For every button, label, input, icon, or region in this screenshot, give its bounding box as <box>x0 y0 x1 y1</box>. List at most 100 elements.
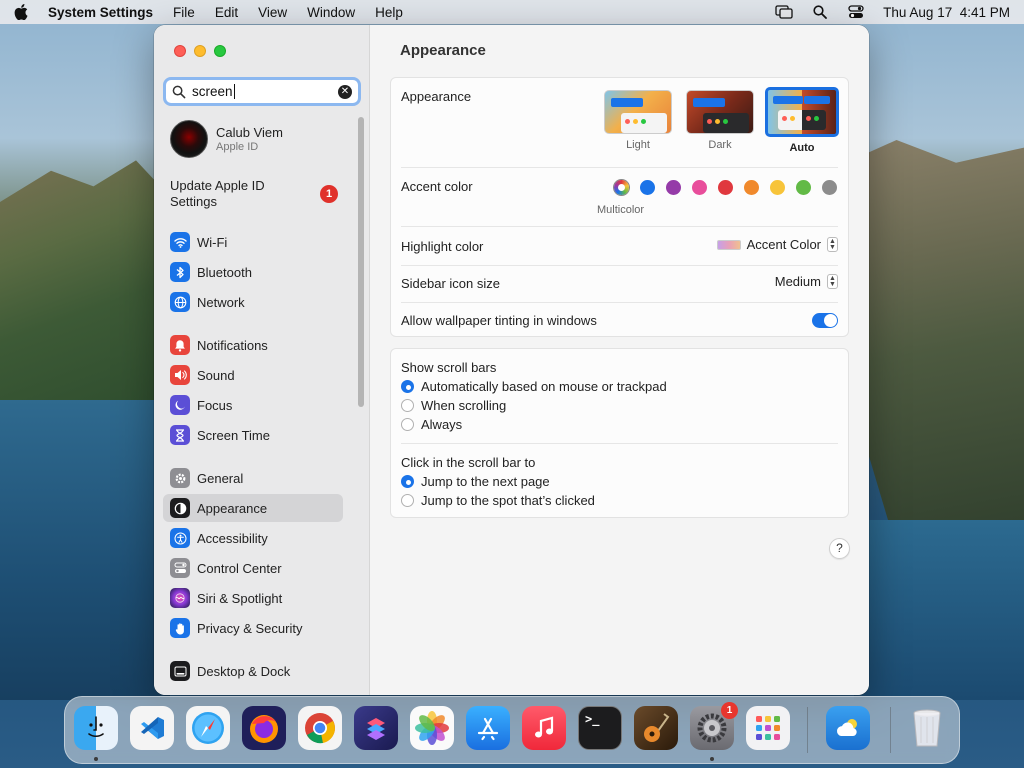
sidebar-item-appearance[interactable]: Appearance <box>163 494 343 522</box>
dock-music-icon[interactable] <box>522 706 566 750</box>
radio-button[interactable] <box>401 418 414 431</box>
dock-firefox-icon[interactable] <box>242 706 286 750</box>
scroll-bars-option-always[interactable]: Always <box>401 417 462 432</box>
update-badge: 1 <box>320 185 338 203</box>
dock-launchpad-icon[interactable] <box>746 706 790 750</box>
scroll-bar-settings-group: Show scroll bars Automatically based on … <box>390 348 849 518</box>
accent-green-swatch[interactable] <box>796 180 811 195</box>
dock-weather-icon[interactable] <box>826 706 870 750</box>
dock-vscode-icon[interactable] <box>130 706 174 750</box>
sidebar-item-accessibility[interactable]: Accessibility <box>163 524 343 552</box>
clear-search-icon[interactable]: ✕ <box>338 84 352 99</box>
sidebar-item-notifications[interactable]: Notifications <box>163 331 343 359</box>
apple-menu-icon[interactable] <box>14 4 30 20</box>
menu-clock[interactable]: Thu Aug 17 4:41 PM <box>883 5 1010 20</box>
dark-theme-preview <box>686 90 754 134</box>
accent-multicolor-swatch[interactable] <box>614 180 629 195</box>
dock-app-store-icon[interactable] <box>466 706 510 750</box>
profile-subtitle: Apple ID <box>216 141 259 153</box>
search-icon <box>172 85 186 98</box>
appearance-option-auto[interactable]: Auto <box>765 87 839 154</box>
accent-pink-swatch[interactable] <box>692 180 707 195</box>
update-apple-id-item[interactable]: Update Apple ID Settings 1 <box>170 178 338 210</box>
light-theme-preview <box>604 90 672 134</box>
sidebar-item-label: Appearance <box>197 500 268 516</box>
sidebar-item-bluetooth[interactable]: Bluetooth <box>163 258 343 286</box>
highlight-color-chip <box>716 239 741 250</box>
appearance-option-dark[interactable]: Dark <box>686 90 754 151</box>
dock-safari-icon[interactable] <box>186 706 230 750</box>
appearance-option-light[interactable]: Light <box>604 90 672 151</box>
auto-theme-label: Auto <box>789 142 815 154</box>
accent-graphite-swatch[interactable] <box>822 180 837 195</box>
apple-id-profile[interactable]: Calub Viem Apple ID <box>170 120 283 158</box>
dock-terminal-icon[interactable]: >_ <box>578 706 622 750</box>
minimize-window-button[interactable] <box>194 45 206 57</box>
sidebar-item-privacy-security[interactable]: Privacy & Security <box>163 614 343 642</box>
click-scroll-bar-label: Click in the scroll bar to <box>401 455 536 470</box>
dock-garageband-icon[interactable] <box>634 706 678 750</box>
radio-label: Always <box>421 417 463 432</box>
accent-red-swatch[interactable] <box>718 180 733 195</box>
highlight-color-select[interactable]: Accent Color ▲ ▼ <box>716 237 838 252</box>
accessibility-icon <box>170 528 190 548</box>
hand-icon <box>170 618 190 638</box>
zoom-window-button[interactable] <box>214 45 226 57</box>
sidebar-item-screen-time[interactable]: Screen Time <box>163 421 343 449</box>
close-window-button[interactable] <box>174 45 186 57</box>
menu-window[interactable]: Window <box>307 5 355 20</box>
sidebar-icon-size-select[interactable]: Medium ▲ ▼ <box>775 274 838 289</box>
dock-separator <box>890 707 891 753</box>
sidebar-item-label: Focus <box>197 397 233 413</box>
dock-trash-icon[interactable] <box>905 706 949 750</box>
dock-photos-icon[interactable] <box>410 706 454 750</box>
sidebar-item-sound[interactable]: Sound <box>163 361 343 389</box>
accent-purple-swatch[interactable] <box>666 180 681 195</box>
dock-chrome-icon[interactable] <box>298 706 342 750</box>
click-scroll-option-next-page[interactable]: Jump to the next page <box>401 474 550 489</box>
divider <box>401 443 838 444</box>
search-input[interactable]: screen <box>192 84 338 100</box>
search-input-value: screen <box>192 83 233 99</box>
dock-shortcuts-icon[interactable] <box>354 706 398 750</box>
sidebar-item-desktop-dock[interactable]: Desktop & Dock <box>163 657 343 685</box>
accent-orange-swatch[interactable] <box>744 180 759 195</box>
menu-file[interactable]: File <box>173 5 195 20</box>
radio-button[interactable] <box>401 475 414 488</box>
menu-view[interactable]: View <box>258 5 287 20</box>
sidebar-item-focus[interactable]: Focus <box>163 391 343 419</box>
sidebar-item-siri-spotlight[interactable]: Siri & Spotlight <box>163 584 343 612</box>
accent-yellow-swatch[interactable] <box>770 180 785 195</box>
dock-icon <box>170 661 190 681</box>
sidebar-item-general[interactable]: General <box>163 464 343 492</box>
system-settings-window: screen ✕ Calub Viem Apple ID Update Appl… <box>154 25 869 695</box>
main-pane: Appearance Appearance Light Dark Auto Ac… <box>370 25 869 695</box>
sidebar-item-label: Screen Time <box>197 427 270 443</box>
radio-button[interactable] <box>401 399 414 412</box>
sidebar-item-network[interactable]: Network <box>163 288 343 316</box>
app-name-menu[interactable]: System Settings <box>48 5 153 20</box>
sidebar-scrollbar[interactable] <box>358 117 364 407</box>
click-scroll-option-spot-clicked[interactable]: Jump to the spot that’s clicked <box>401 493 595 508</box>
control-center-icon[interactable] <box>847 4 865 20</box>
menu-help[interactable]: Help <box>375 5 403 20</box>
siri-icon <box>170 588 190 608</box>
radio-button[interactable] <box>401 494 414 507</box>
wallpaper-tinting-toggle[interactable] <box>812 313 838 328</box>
radio-label: Automatically based on mouse or trackpad <box>421 379 667 394</box>
menu-edit[interactable]: Edit <box>215 5 238 20</box>
radio-button[interactable] <box>401 380 414 393</box>
scroll-bars-option-automatic[interactable]: Automatically based on mouse or trackpad <box>401 379 667 394</box>
wallpaper-sea-right <box>854 520 1024 700</box>
sidebar-item-control-center[interactable]: Control Center <box>163 554 343 582</box>
sidebar-item-wifi[interactable]: Wi-Fi <box>163 228 343 256</box>
help-button[interactable]: ? <box>829 538 850 559</box>
search-field[interactable]: screen ✕ <box>163 77 361 106</box>
dock-finder-icon[interactable] <box>74 706 118 750</box>
scroll-bars-option-when-scrolling[interactable]: When scrolling <box>401 398 506 413</box>
sidebar-item-label: Desktop & Dock <box>197 663 291 679</box>
wallpaper-mountains-left <box>0 160 170 410</box>
spotlight-search-icon[interactable] <box>811 4 829 20</box>
accent-blue-swatch[interactable] <box>640 180 655 195</box>
screen-mirroring-icon[interactable] <box>775 4 793 20</box>
